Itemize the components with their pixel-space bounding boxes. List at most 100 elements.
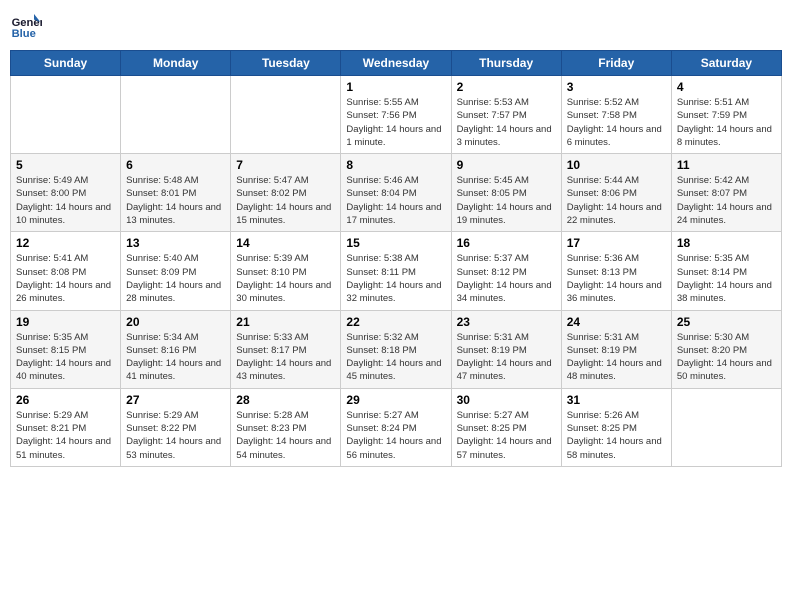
day-info: Sunrise: 5:33 AM Sunset: 8:17 PM Dayligh… <box>236 331 335 384</box>
day-info: Sunrise: 5:53 AM Sunset: 7:57 PM Dayligh… <box>457 96 556 149</box>
calendar-cell: 31 Sunrise: 5:26 AM Sunset: 8:25 PM Dayli… <box>561 388 671 466</box>
day-number: 26 <box>16 393 115 407</box>
day-number: 8 <box>346 158 445 172</box>
day-info: Sunrise: 5:28 AM Sunset: 8:23 PM Dayligh… <box>236 409 335 462</box>
day-number: 13 <box>126 236 225 250</box>
calendar-cell: 29 Sunrise: 5:27 AM Sunset: 8:24 PM Dayli… <box>341 388 451 466</box>
calendar-cell: 22 Sunrise: 5:32 AM Sunset: 8:18 PM Dayli… <box>341 310 451 388</box>
calendar-cell: 30 Sunrise: 5:27 AM Sunset: 8:25 PM Dayli… <box>451 388 561 466</box>
logo: General Blue <box>10 10 46 42</box>
day-number: 1 <box>346 80 445 94</box>
day-number: 14 <box>236 236 335 250</box>
day-number: 24 <box>567 315 666 329</box>
calendar-cell: 6 Sunrise: 5:48 AM Sunset: 8:01 PM Daylig… <box>121 154 231 232</box>
week-row-5: 26 Sunrise: 5:29 AM Sunset: 8:21 PM Dayli… <box>11 388 782 466</box>
day-number: 6 <box>126 158 225 172</box>
day-number: 22 <box>346 315 445 329</box>
day-header-friday: Friday <box>561 51 671 76</box>
week-row-1: 1 Sunrise: 5:55 AM Sunset: 7:56 PM Daylig… <box>11 76 782 154</box>
day-header-tuesday: Tuesday <box>231 51 341 76</box>
day-number: 5 <box>16 158 115 172</box>
day-header-sunday: Sunday <box>11 51 121 76</box>
day-number: 2 <box>457 80 556 94</box>
calendar-cell: 28Sunrise: 5:28 AM Sunset: 8:23 PM Dayli… <box>231 388 341 466</box>
day-number: 18 <box>677 236 776 250</box>
day-info: Sunrise: 5:47 AM Sunset: 8:02 PM Dayligh… <box>236 174 335 227</box>
logo-icon: General Blue <box>10 10 42 42</box>
day-info: Sunrise: 5:35 AM Sunset: 8:14 PM Dayligh… <box>677 252 776 305</box>
day-header-monday: Monday <box>121 51 231 76</box>
day-info: Sunrise: 5:27 AM Sunset: 8:24 PM Dayligh… <box>346 409 445 462</box>
day-number: 21 <box>236 315 335 329</box>
calendar-cell: 26 Sunrise: 5:29 AM Sunset: 8:21 PM Dayli… <box>11 388 121 466</box>
calendar-cell: 20 Sunrise: 5:34 AM Sunset: 8:16 PM Dayli… <box>121 310 231 388</box>
day-info: Sunrise: 5:30 AM Sunset: 8:20 PM Dayligh… <box>677 331 776 384</box>
calendar-cell: 16Sunrise: 5:37 AM Sunset: 8:12 PM Dayli… <box>451 232 561 310</box>
day-info: Sunrise: 5:34 AM Sunset: 8:16 PM Dayligh… <box>126 331 225 384</box>
calendar-cell: 15 Sunrise: 5:38 AM Sunset: 8:11 PM Dayli… <box>341 232 451 310</box>
day-info: Sunrise: 5:41 AM Sunset: 8:08 PM Dayligh… <box>16 252 115 305</box>
day-number: 25 <box>677 315 776 329</box>
day-number: 3 <box>567 80 666 94</box>
calendar-cell <box>121 76 231 154</box>
day-number: 19 <box>16 315 115 329</box>
calendar-cell: 24Sunrise: 5:31 AM Sunset: 8:19 PM Dayli… <box>561 310 671 388</box>
day-info: Sunrise: 5:55 AM Sunset: 7:56 PM Dayligh… <box>346 96 445 149</box>
calendar-cell: 25 Sunrise: 5:30 AM Sunset: 8:20 PM Dayli… <box>671 310 781 388</box>
day-number: 31 <box>567 393 666 407</box>
day-number: 10 <box>567 158 666 172</box>
day-info: Sunrise: 5:42 AM Sunset: 8:07 PM Dayligh… <box>677 174 776 227</box>
day-number: 27 <box>126 393 225 407</box>
calendar-cell: 4 Sunrise: 5:51 AM Sunset: 7:59 PM Daylig… <box>671 76 781 154</box>
day-info: Sunrise: 5:40 AM Sunset: 8:09 PM Dayligh… <box>126 252 225 305</box>
day-info: Sunrise: 5:29 AM Sunset: 8:21 PM Dayligh… <box>16 409 115 462</box>
calendar-cell: 17 Sunrise: 5:36 AM Sunset: 8:13 PM Dayli… <box>561 232 671 310</box>
day-number: 12 <box>16 236 115 250</box>
day-header-wednesday: Wednesday <box>341 51 451 76</box>
day-info: Sunrise: 5:48 AM Sunset: 8:01 PM Dayligh… <box>126 174 225 227</box>
day-number: 20 <box>126 315 225 329</box>
day-number: 17 <box>567 236 666 250</box>
calendar-cell: 18 Sunrise: 5:35 AM Sunset: 8:14 PM Dayli… <box>671 232 781 310</box>
day-info: Sunrise: 5:35 AM Sunset: 8:15 PM Dayligh… <box>16 331 115 384</box>
calendar-cell: 2 Sunrise: 5:53 AM Sunset: 7:57 PM Daylig… <box>451 76 561 154</box>
page-header: General Blue <box>10 10 782 42</box>
day-number: 15 <box>346 236 445 250</box>
day-info: Sunrise: 5:44 AM Sunset: 8:06 PM Dayligh… <box>567 174 666 227</box>
calendar-cell: 23 Sunrise: 5:31 AM Sunset: 8:19 PM Dayli… <box>451 310 561 388</box>
week-row-3: 12 Sunrise: 5:41 AM Sunset: 8:08 PM Dayli… <box>11 232 782 310</box>
day-info: Sunrise: 5:49 AM Sunset: 8:00 PM Dayligh… <box>16 174 115 227</box>
day-info: Sunrise: 5:32 AM Sunset: 8:18 PM Dayligh… <box>346 331 445 384</box>
day-info: Sunrise: 5:26 AM Sunset: 8:25 PM Dayligh… <box>567 409 666 462</box>
day-number: 23 <box>457 315 556 329</box>
day-header-saturday: Saturday <box>671 51 781 76</box>
day-number: 4 <box>677 80 776 94</box>
day-info: Sunrise: 5:27 AM Sunset: 8:25 PM Dayligh… <box>457 409 556 462</box>
calendar-cell: 5 Sunrise: 5:49 AM Sunset: 8:00 PM Daylig… <box>11 154 121 232</box>
day-info: Sunrise: 5:38 AM Sunset: 8:11 PM Dayligh… <box>346 252 445 305</box>
calendar-cell <box>231 76 341 154</box>
day-number: 30 <box>457 393 556 407</box>
day-number: 7 <box>236 158 335 172</box>
week-row-2: 5 Sunrise: 5:49 AM Sunset: 8:00 PM Daylig… <box>11 154 782 232</box>
calendar-cell: 12 Sunrise: 5:41 AM Sunset: 8:08 PM Dayli… <box>11 232 121 310</box>
day-header-thursday: Thursday <box>451 51 561 76</box>
calendar-cell: 7 Sunrise: 5:47 AM Sunset: 8:02 PM Daylig… <box>231 154 341 232</box>
week-row-4: 19 Sunrise: 5:35 AM Sunset: 8:15 PM Dayli… <box>11 310 782 388</box>
calendar-cell: 27 Sunrise: 5:29 AM Sunset: 8:22 PM Dayli… <box>121 388 231 466</box>
calendar-cell <box>11 76 121 154</box>
calendar-cell: 14 Sunrise: 5:39 AM Sunset: 8:10 PM Dayli… <box>231 232 341 310</box>
calendar-cell: 11Sunrise: 5:42 AM Sunset: 8:07 PM Dayli… <box>671 154 781 232</box>
day-info: Sunrise: 5:29 AM Sunset: 8:22 PM Dayligh… <box>126 409 225 462</box>
day-info: Sunrise: 5:31 AM Sunset: 8:19 PM Dayligh… <box>457 331 556 384</box>
calendar-cell: 21 Sunrise: 5:33 AM Sunset: 8:17 PM Dayli… <box>231 310 341 388</box>
day-info: Sunrise: 5:39 AM Sunset: 8:10 PM Dayligh… <box>236 252 335 305</box>
day-info: Sunrise: 5:51 AM Sunset: 7:59 PM Dayligh… <box>677 96 776 149</box>
svg-text:Blue: Blue <box>12 28 36 40</box>
calendar-cell: 9Sunrise: 5:45 AM Sunset: 8:05 PM Daylig… <box>451 154 561 232</box>
day-info: Sunrise: 5:36 AM Sunset: 8:13 PM Dayligh… <box>567 252 666 305</box>
day-number: 29 <box>346 393 445 407</box>
day-number: 16 <box>457 236 556 250</box>
days-header-row: SundayMondayTuesdayWednesdayThursdayFrid… <box>11 51 782 76</box>
calendar-cell: 3Sunrise: 5:52 AM Sunset: 7:58 PM Daylig… <box>561 76 671 154</box>
